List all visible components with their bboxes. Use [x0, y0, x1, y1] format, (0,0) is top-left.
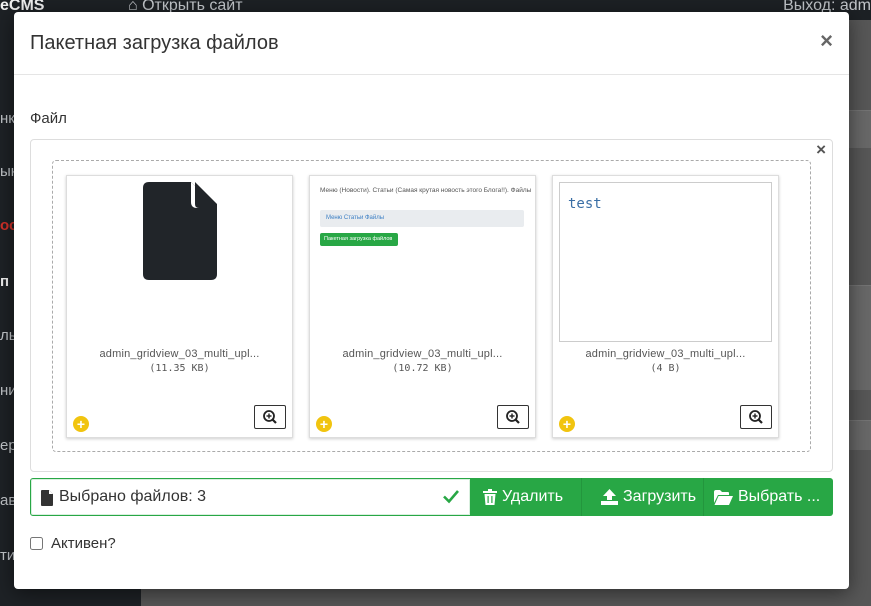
file-thumbnail: Меню (Новости). Статьи (Самая крутая нов… [309, 175, 536, 438]
file-thumbnail: admin_gridview_03_multi_upl... (11.35 KB… [66, 175, 293, 438]
file-thumbnail: test admin_gridview_03_multi_upl... (4 B… [552, 175, 779, 438]
zoom-button[interactable] [254, 405, 286, 429]
file-name: admin_gridview_03_multi_upl... [585, 348, 746, 360]
zoom-button[interactable] [497, 405, 529, 429]
file-name: admin_gridview_03_multi_upl... [99, 348, 260, 360]
upload-label: Загрузить [623, 488, 697, 505]
dropzone[interactable]: admin_gridview_03_multi_upl... (11.35 KB… [52, 160, 811, 452]
modal-close-button[interactable]: × [820, 30, 833, 52]
zoom-in-icon [263, 410, 277, 424]
file-size: (11.35 KB) [149, 363, 210, 374]
file-name: admin_gridview_03_multi_upl... [342, 348, 503, 360]
browse-button[interactable]: Выбрать ... [704, 478, 833, 516]
text-preview-content: test [568, 196, 602, 212]
file-caption[interactable]: Выбрано файлов: 3 [30, 478, 471, 516]
clear-preview-button[interactable]: × [816, 140, 826, 160]
active-label: Активен? [51, 535, 116, 552]
upload-modal: Пакетная загрузка файлов × Файл × admin_… [14, 12, 849, 589]
active-checkbox[interactable] [30, 537, 43, 550]
plus-icon[interactable]: + [73, 416, 89, 432]
preview-breadcrumb: Меню Статьи Файлы [320, 210, 524, 227]
zoom-button[interactable] [740, 405, 772, 429]
upload-button[interactable]: Загрузить [582, 478, 704, 516]
modal-header: Пакетная загрузка файлов × [14, 12, 849, 75]
caption-text: Выбрано файлов: 3 [59, 488, 207, 505]
remove-label: Удалить [502, 488, 564, 505]
image-preview: Меню (Новости). Статьи (Самая крутая нов… [316, 182, 532, 342]
trash-icon [483, 489, 497, 505]
file-preview [73, 182, 286, 342]
file-field-label: Файл [30, 110, 67, 127]
file-preview-panel: × admin_gridview_03_multi_upl... (11.35 … [30, 139, 833, 472]
text-preview: test [559, 182, 772, 342]
folder-open-icon [714, 489, 733, 505]
modal-title: Пакетная загрузка файлов [30, 32, 279, 54]
file-icon [142, 182, 217, 280]
file-icon [41, 490, 53, 506]
zoom-in-icon [506, 410, 520, 424]
plus-icon[interactable]: + [316, 416, 332, 432]
preview-breadcrumb-text: Меню Статьи Файлы [326, 215, 385, 221]
file-size: (4 B) [650, 363, 681, 374]
preview-title: Меню (Новости). Статьи (Самая крутая нов… [320, 187, 532, 194]
plus-icon[interactable]: + [559, 416, 575, 432]
active-checkbox-row[interactable]: Активен? [30, 535, 116, 552]
browse-label: Выбрать ... [738, 488, 821, 505]
check-icon [443, 490, 459, 504]
upload-icon [601, 489, 618, 505]
file-size: (10.72 KB) [392, 363, 453, 374]
file-input-group: Выбрано файлов: 3 Удалить Загрузить Выбр… [30, 478, 833, 516]
preview-button: Пакетная загрузка файлов [320, 233, 398, 246]
remove-button[interactable]: Удалить [471, 478, 582, 516]
zoom-in-icon [749, 410, 763, 424]
